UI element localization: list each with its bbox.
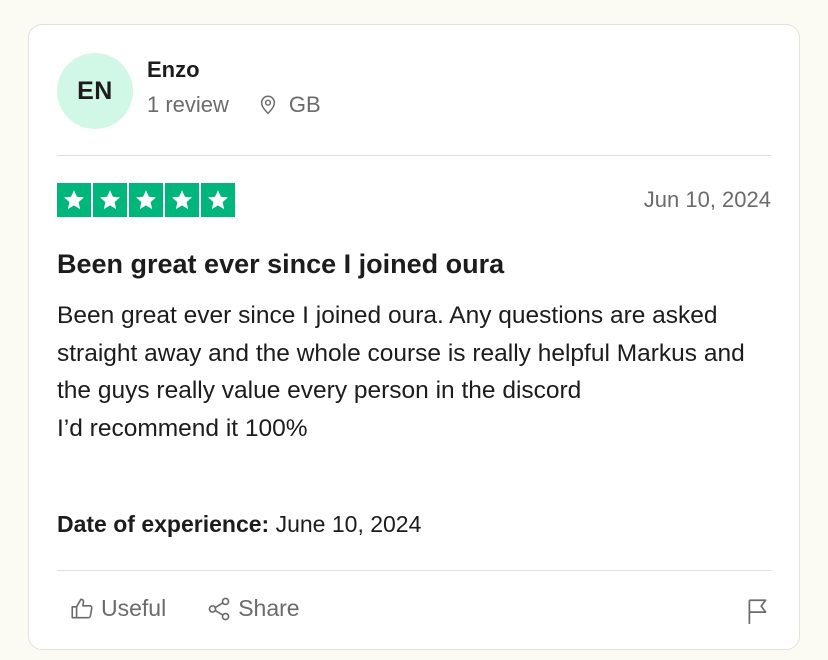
share-button[interactable]: Share (206, 595, 300, 622)
country-code: GB (288, 92, 321, 117)
star-icon (165, 183, 199, 217)
reviewer-name[interactable]: Enzo (147, 56, 321, 84)
review-count: 1 review (147, 92, 229, 117)
star-icon (129, 183, 163, 217)
thumbs-up-icon (71, 597, 93, 618)
divider (57, 155, 771, 156)
reviewer-sub: 1 review GB (147, 92, 321, 118)
reviewer-meta: Enzo 1 review GB (147, 57, 321, 118)
date-of-experience: Date of experience: June 10, 2024 (57, 509, 421, 539)
useful-button[interactable]: Useful (69, 595, 166, 622)
share-icon (208, 597, 230, 620)
review-actions: Useful Share (69, 595, 340, 622)
reviewer-location: GB (257, 92, 321, 118)
useful-label: Useful (101, 595, 167, 621)
review-card: EN Enzo 1 review GB Jun 10, 2024 Been gr… (28, 24, 800, 650)
star-icon (93, 183, 127, 217)
review-title[interactable]: Been great ever since I joined oura (57, 247, 773, 281)
star-icon (57, 183, 91, 217)
share-label: Share (238, 595, 300, 621)
report-button[interactable] (745, 597, 771, 630)
location-pin-icon (260, 95, 276, 115)
experience-label: Date of experience: (57, 511, 270, 537)
avatar[interactable]: EN (57, 53, 133, 129)
review-date: Jun 10, 2024 (643, 187, 771, 212)
star-icon (201, 183, 235, 217)
flag-icon (748, 599, 767, 624)
divider (57, 570, 771, 571)
star-rating (57, 183, 237, 217)
review-body: Been great ever since I joined oura. Any… (57, 302, 745, 442)
reviewer-header: EN Enzo 1 review GB (57, 53, 321, 129)
experience-date: June 10, 2024 (275, 511, 422, 537)
